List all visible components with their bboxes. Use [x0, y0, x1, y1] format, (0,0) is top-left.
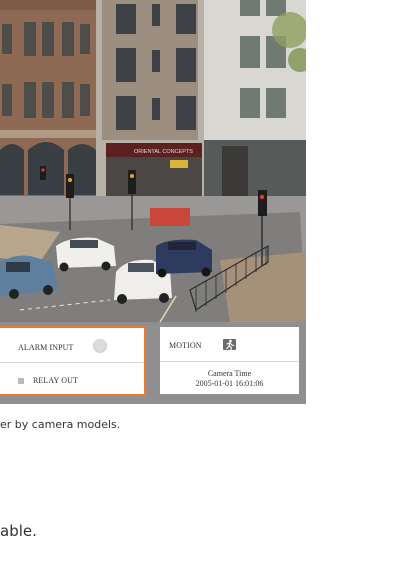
camera-viewer: ORIENTAL CONCEPTS ALARM INPUT RELAY OUT …: [0, 0, 306, 404]
alarm-relay-panel: ALARM INPUT RELAY OUT: [0, 326, 146, 396]
camera-time-value: 2005-01-01 16:01:06: [195, 379, 264, 388]
square-indicator-icon[interactable]: [18, 378, 24, 384]
running-person-icon: [223, 339, 236, 350]
alarm-input-label: ALARM INPUT: [18, 343, 74, 352]
camera-time-label: Camera Time: [207, 369, 252, 378]
panel-divider: [0, 362, 144, 363]
motion-time-panel: MOTION Camera Time 2005-01-01 16:01:06: [160, 327, 299, 394]
street-scene-image: ORIENTAL CONCEPTS: [0, 0, 306, 322]
camera-live-view[interactable]: ORIENTAL CONCEPTS: [0, 0, 306, 322]
motion-label: MOTION: [169, 341, 202, 350]
panel-divider: [160, 361, 299, 362]
relay-out-label: RELAY OUT: [33, 376, 78, 385]
shop-sign-text: ORIENTAL CONCEPTS: [134, 149, 193, 155]
body-text: able.: [0, 522, 37, 540]
figure-caption: er by camera models.: [0, 418, 121, 431]
circle-indicator-icon[interactable]: [93, 339, 107, 353]
